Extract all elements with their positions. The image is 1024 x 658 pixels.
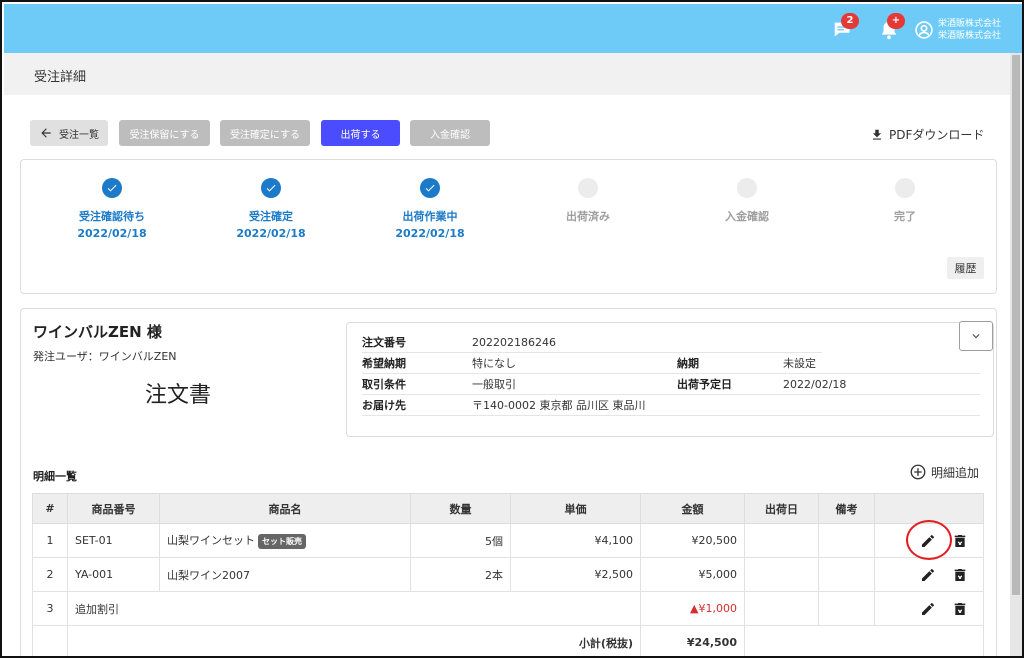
- destination-address: 〒140-0002 東京都 品川区 東品川: [472, 399, 646, 412]
- back-to-list-button[interactable]: 受注一覧: [30, 120, 108, 146]
- col-no: #: [32, 493, 68, 524]
- col-code: 商品番号: [67, 493, 160, 524]
- col-name: 商品名: [159, 493, 411, 524]
- expand-button[interactable]: [959, 321, 993, 351]
- chevron-down-icon: [972, 334, 980, 339]
- table-row: 1 SET-01 山梨ワインセット セット販売 5個 ¥4,100 ¥20,500: [32, 523, 984, 558]
- ship-button[interactable]: 出荷する: [321, 120, 400, 146]
- arrow-left-icon: [41, 128, 51, 138]
- edit-icon[interactable]: [920, 567, 936, 583]
- step-dot: [102, 178, 122, 198]
- user-name: 栄酒販株式会社: [938, 31, 1002, 41]
- check-icon: [107, 184, 117, 192]
- order-number: 202202186246: [472, 335, 556, 349]
- step-dot: [895, 178, 915, 198]
- info-row-order-no: 注文番号 202202186246: [362, 332, 822, 353]
- history-button[interactable]: 履歴: [947, 257, 984, 279]
- step-complete: 完了: [825, 178, 985, 225]
- payment-button-label: 入金確認: [430, 129, 470, 141]
- user-circle-icon: [915, 21, 933, 39]
- notification-button[interactable]: +: [878, 13, 905, 41]
- details-title: 明細一覧: [33, 470, 77, 483]
- ordering-user: 発注ユーザ：ワインバルZEN: [33, 350, 177, 363]
- step-dot: [261, 178, 281, 198]
- step-order-waiting: 受注確認待ち 2022/02/18: [32, 178, 192, 242]
- hold-button-label: 受注保留にする: [129, 129, 200, 141]
- top-bar: 2 + 栄酒販株式会社 栄酒販株式会社: [4, 4, 1022, 53]
- hold-order-button[interactable]: 受注保留にする: [119, 120, 210, 146]
- info-row-terms: 取引条件 一般取引 出荷予定日 2022/02/18: [362, 374, 980, 395]
- check-icon: [425, 184, 435, 192]
- subtotal-value: ¥24,500: [640, 625, 745, 656]
- page-title: 受注詳細: [34, 70, 87, 85]
- details-table: # 商品番号 商品名 数量 単価 金額 出荷日 備考 1 SET-01 山梨ワイ…: [32, 493, 984, 656]
- pdf-download-link[interactable]: PDFダウンロード: [870, 126, 984, 143]
- step-shipping-in-progress: 出荷作業中 2022/02/18: [350, 178, 510, 242]
- confirm-button-label: 受注確定にする: [229, 129, 301, 141]
- info-row-destination: お届け先 〒140-0002 東京都 品川区 東品川: [362, 395, 980, 416]
- col-actions: [874, 493, 984, 524]
- confirm-order-button[interactable]: 受注確定にする: [220, 120, 310, 146]
- step-dot: [737, 178, 757, 198]
- order-info-grid: 注文番号 202202186246 希望納期 特になし 納期 未設定 取引条件 …: [362, 332, 980, 416]
- step-shipped: 出荷済み: [508, 178, 668, 225]
- add-detail-label: 明細追加: [931, 465, 980, 480]
- table-header-row: # 商品番号 商品名 数量 単価 金額 出荷日 備考: [32, 493, 984, 524]
- pdf-download-label: PDFダウンロード: [889, 128, 985, 142]
- col-note: 備考: [818, 493, 875, 524]
- subtotal-row: 小計(税抜) ¥24,500: [32, 625, 984, 656]
- chat-button[interactable]: 2: [832, 13, 859, 41]
- step-order-confirmed: 受注確定 2022/02/18: [191, 178, 351, 242]
- step-label: 出荷作業中 2022/02/18: [395, 210, 465, 240]
- check-icon: [266, 184, 276, 192]
- scrollbar-thumb[interactable]: [1012, 55, 1020, 595]
- step-dot: [420, 178, 440, 198]
- back-button-label: 受注一覧: [59, 129, 99, 141]
- user-menu[interactable]: 栄酒販株式会社 栄酒販株式会社: [914, 18, 1001, 42]
- step-payment-confirmed: 入金確認: [667, 178, 827, 225]
- step-label: 受注確定 2022/02/18: [236, 210, 306, 240]
- col-price: 単価: [510, 493, 641, 524]
- step-label: 入金確認: [725, 210, 769, 223]
- step-label: 完了: [894, 210, 916, 223]
- edit-icon[interactable]: [920, 601, 936, 617]
- col-amount: 金額: [640, 493, 745, 524]
- table-row: 3 追加割引 ▲¥1,000: [32, 591, 984, 626]
- document-title: 注文書: [145, 383, 212, 408]
- title-bar: 受注詳細: [4, 53, 1010, 95]
- table-row: 2 YA-001 山梨ワイン2007 2本 ¥2,500 ¥5,000: [32, 557, 984, 592]
- col-ship-date: 出荷日: [744, 493, 819, 524]
- payment-confirm-button[interactable]: 入金確認: [410, 120, 490, 146]
- notification-badge: +: [887, 13, 905, 29]
- plus-circle-icon: [910, 464, 926, 480]
- info-row-dates: 希望納期 特になし 納期 未設定: [362, 353, 980, 374]
- highlight-circle: [906, 520, 952, 560]
- user-company: 栄酒販株式会社: [938, 19, 1002, 29]
- step-label: 受注確認待ち 2022/02/18: [77, 210, 147, 240]
- set-sale-badge: セット販売: [258, 533, 306, 549]
- add-detail-button[interactable]: 明細追加: [909, 463, 979, 481]
- col-qty: 数量: [410, 493, 511, 524]
- ship-button-label: 出荷する: [340, 129, 381, 141]
- step-label: 出荷済み: [566, 210, 610, 223]
- delete-icon[interactable]: [952, 533, 968, 549]
- download-icon: [872, 129, 882, 140]
- delete-icon[interactable]: [952, 601, 968, 617]
- app-window: 2 + 栄酒販株式会社 栄酒販株式会社 受注詳細 受注一覧 受注保留にする 受注…: [0, 0, 1024, 658]
- delete-icon[interactable]: [952, 567, 968, 583]
- step-dot: [578, 178, 598, 198]
- customer-name: ワインバルZEN 様: [33, 323, 162, 341]
- chat-badge: 2: [841, 13, 859, 29]
